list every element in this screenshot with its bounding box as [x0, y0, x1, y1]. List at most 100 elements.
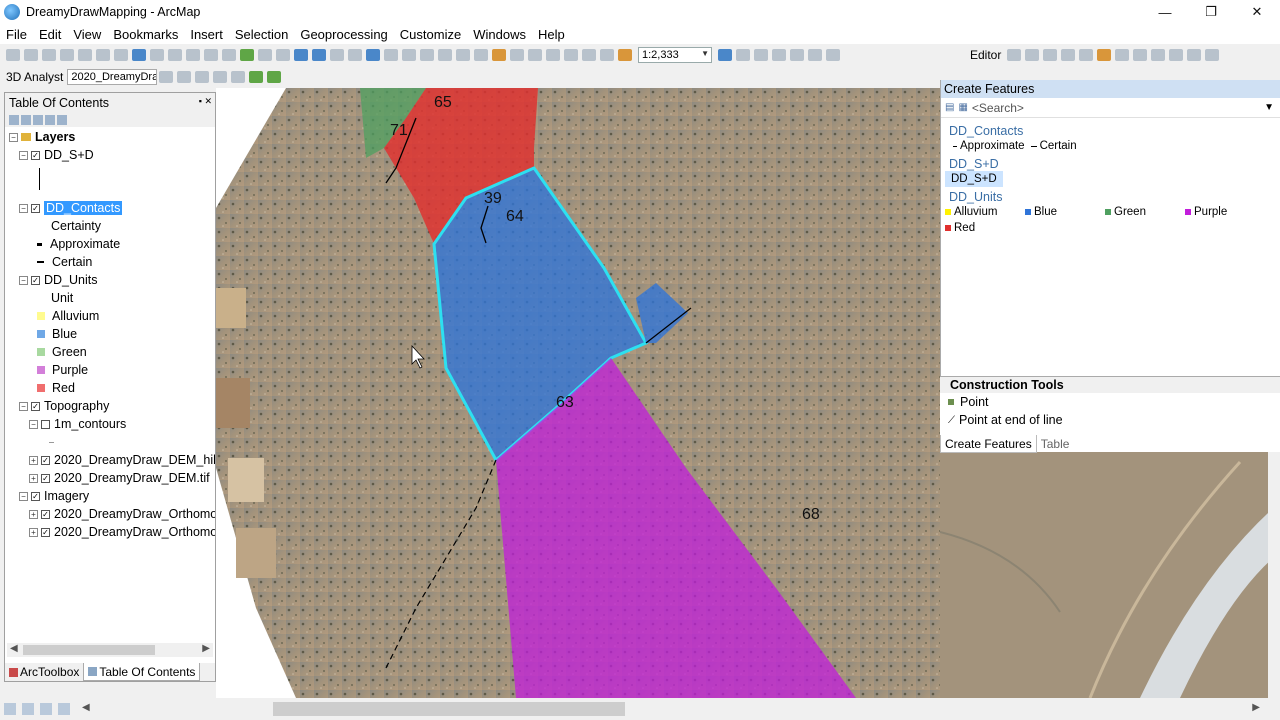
scroll-right-icon[interactable]: ▶	[1252, 702, 1260, 713]
catalog-icon[interactable]	[492, 49, 506, 61]
measure-icon[interactable]	[402, 49, 416, 61]
arcglobe-icon[interactable]	[267, 71, 282, 83]
template-certain[interactable]: Certain	[1030, 138, 1077, 154]
delete-icon[interactable]	[582, 49, 596, 61]
arcscene-icon[interactable]	[249, 71, 264, 83]
template-dd-sd-selected[interactable]: DD_S+D	[945, 171, 1003, 187]
fixed-zoom-in-icon[interactable]	[258, 49, 272, 61]
copy-icon[interactable]	[96, 49, 110, 61]
scroll-left-icon[interactable]: ◀	[10, 643, 18, 654]
expand-icon[interactable]: +	[29, 527, 38, 537]
scroll-left-icon[interactable]: ◀	[82, 702, 90, 713]
visibility-checkbox[interactable]: ✓	[31, 401, 40, 411]
interpolate-line-icon[interactable]	[159, 71, 174, 83]
template-approximate[interactable]: Approximate	[953, 138, 1025, 154]
menu-help[interactable]: Help	[532, 27, 571, 42]
refresh-view-icon[interactable]	[40, 703, 52, 715]
visibility-checkbox[interactable]: ✓	[41, 527, 50, 537]
collapse-icon[interactable]: −	[19, 401, 28, 411]
scrollbar-thumb[interactable]	[23, 645, 155, 655]
scrollbar-thumb[interactable]	[273, 702, 625, 716]
open-icon[interactable]	[24, 49, 38, 61]
add-xy-icon[interactable]	[618, 49, 632, 61]
python-window-icon[interactable]	[808, 49, 822, 61]
map-view-right[interactable]	[940, 452, 1280, 698]
find-icon[interactable]	[384, 49, 398, 61]
menu-customize[interactable]: Customize	[394, 27, 467, 42]
zoom-in-icon[interactable]	[186, 49, 200, 61]
menu-view[interactable]: View	[67, 27, 107, 42]
full-extent-icon[interactable]	[240, 49, 254, 61]
collapse-icon[interactable]: −	[19, 491, 28, 501]
visibility-checkbox[interactable]	[41, 419, 50, 429]
create-viewer-icon[interactable]	[474, 49, 488, 61]
search-window-icon[interactable]	[772, 49, 786, 61]
cut-polygons-icon[interactable]	[1151, 49, 1166, 61]
template-alluvium[interactable]: Alluvium	[945, 204, 1019, 220]
toc-horizontal-scrollbar[interactable]: ◀ ▶	[7, 643, 213, 657]
menu-geoprocessing[interactable]: Geoprocessing	[294, 27, 393, 42]
add-data-icon[interactable]	[132, 49, 146, 61]
tree-row-1m-contours[interactable]: − 1m_contours	[29, 415, 126, 433]
map-canvas-right[interactable]	[940, 452, 1280, 698]
tree-row-green[interactable]: Green	[37, 343, 87, 361]
catalog-window-icon[interactable]	[754, 49, 768, 61]
tree-row-alluvium[interactable]: Alluvium	[37, 307, 99, 325]
rotate-tool-icon[interactable]	[1115, 49, 1130, 61]
trace-icon[interactable]	[1079, 49, 1094, 61]
toolbox-window-icon[interactable]	[790, 49, 804, 61]
edit-annotation-icon[interactable]	[1025, 49, 1040, 61]
organize-templates-icon[interactable]: ▤	[945, 102, 954, 113]
toc-options-icon[interactable]	[57, 115, 67, 125]
html-popup-icon[interactable]	[438, 49, 452, 61]
tab-table-of-contents[interactable]: Table Of Contents	[83, 663, 201, 681]
tree-row-layers[interactable]: − Layers	[9, 128, 75, 146]
undo-edit-icon[interactable]	[600, 49, 614, 61]
list-by-visibility-icon[interactable]	[33, 115, 43, 125]
close-icon[interactable]: ✕	[204, 96, 212, 106]
editor-menu[interactable]: Editor	[970, 48, 1001, 62]
straight-segment-icon[interactable]	[1043, 49, 1058, 61]
maximize-button[interactable]: ❐	[1188, 0, 1234, 24]
visibility-checkbox[interactable]: ✓	[31, 150, 40, 160]
auto-hide-icon[interactable]: ▪	[199, 96, 202, 106]
template-blue[interactable]: Blue	[1025, 204, 1099, 220]
select-features-icon[interactable]	[330, 49, 344, 61]
template-green[interactable]: Green	[1105, 204, 1179, 220]
expand-icon[interactable]: +	[29, 509, 38, 519]
tab-table[interactable]: Table	[1037, 435, 1074, 453]
collapse-icon[interactable]: −	[19, 150, 28, 160]
tree-row-dd-units[interactable]: − ✓ DD_Units	[19, 271, 98, 289]
3d-analyst-menu[interactable]: 3D Analyst	[6, 70, 63, 84]
editor-toolbar-icon[interactable]	[718, 49, 732, 61]
tool-point-at-end-of-line[interactable]: ⟋ Point at end of line	[940, 411, 1280, 429]
chevron-down-icon[interactable]: ▼	[1264, 102, 1274, 113]
edit-tool-icon[interactable]	[1007, 49, 1022, 61]
modelbuilder-icon[interactable]	[564, 49, 578, 61]
menu-insert[interactable]: Insert	[184, 27, 229, 42]
forward-extent-icon[interactable]	[312, 49, 326, 61]
tree-row-approximate[interactable]: Approximate	[37, 235, 120, 253]
select-elements-icon[interactable]	[348, 49, 362, 61]
map-horizontal-scrollbar[interactable]: ◀ ▶	[82, 702, 1260, 716]
visibility-checkbox[interactable]: ✓	[31, 491, 40, 501]
tree-row-dd-contacts[interactable]: − ✓ DD_Contacts	[19, 199, 123, 217]
cut-icon[interactable]	[78, 49, 92, 61]
python-icon[interactable]	[546, 49, 560, 61]
scroll-right-icon[interactable]: ▶	[202, 643, 210, 654]
template-search-box[interactable]: ▤ ▦ <Search> ▼	[941, 98, 1280, 118]
attributes-icon[interactable]	[1169, 49, 1184, 61]
undo-icon[interactable]	[150, 49, 164, 61]
profile-graph-icon[interactable]	[231, 71, 246, 83]
search-icon[interactable]	[510, 49, 524, 61]
tree-row-purple[interactable]: Purple	[37, 361, 88, 379]
layout-view-icon[interactable]	[22, 703, 34, 715]
model-window-icon[interactable]	[826, 49, 840, 61]
end-point-arc-icon[interactable]	[1061, 49, 1076, 61]
tree-row-blue[interactable]: Blue	[37, 325, 77, 343]
tree-row-orthomosaic-1[interactable]: + ✓ 2020_DreamyDraw_Orthomos	[29, 505, 215, 523]
menu-windows[interactable]: Windows	[467, 27, 532, 42]
back-extent-icon[interactable]	[294, 49, 308, 61]
tree-row-red[interactable]: Red	[37, 379, 75, 397]
sketch-properties-icon[interactable]	[1187, 49, 1202, 61]
